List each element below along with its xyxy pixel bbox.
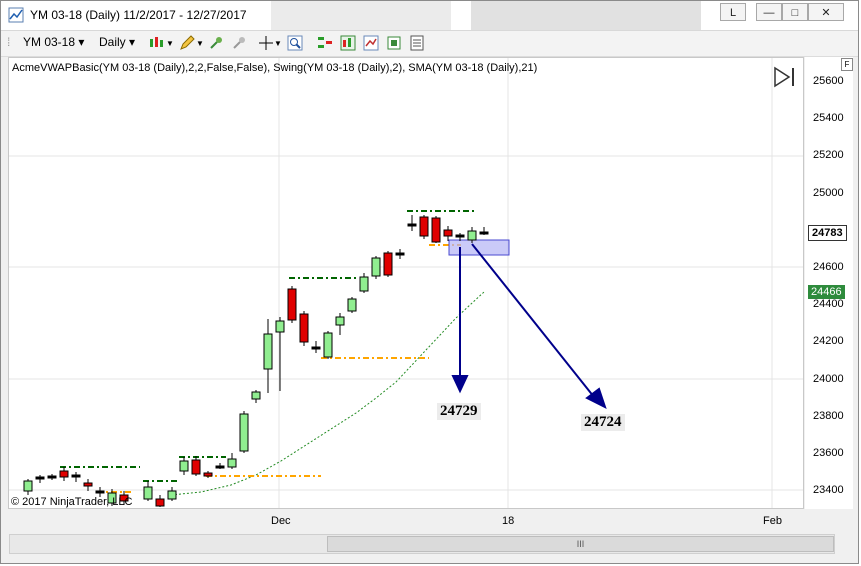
price-axis-label: 24000 — [813, 372, 844, 385]
candle-body — [455, 234, 465, 238]
candle-body — [83, 482, 93, 487]
price-axis-label: 24400 — [813, 298, 844, 311]
candle-body — [359, 276, 369, 292]
candle-body — [71, 474, 81, 478]
price-axis-label: 25400 — [813, 112, 844, 125]
candle-body — [299, 313, 309, 343]
annotation-arrows[interactable] — [451, 243, 607, 409]
candle-body — [311, 346, 321, 350]
candle-body — [419, 216, 429, 237]
candle-body — [227, 458, 237, 468]
candle-body — [479, 231, 489, 235]
last-price-tag: 24783 — [808, 225, 847, 241]
candle-body — [383, 252, 393, 276]
chart-canvas[interactable] — [1, 1, 859, 564]
grid-lines — [9, 58, 803, 508]
candle-body — [167, 490, 177, 500]
candle-body — [407, 223, 417, 227]
candle-body — [47, 475, 57, 479]
sma-price-tag: 24466 — [808, 285, 845, 299]
candle-body — [431, 217, 441, 243]
price-axis[interactable] — [805, 57, 853, 509]
scrollbar-thumb[interactable]: III — [327, 536, 834, 552]
x-axis-label-feb: Feb — [763, 515, 782, 527]
candle-body — [23, 480, 33, 492]
annotation-label-1[interactable]: 24729 — [437, 403, 481, 420]
x-axis-label-dec: Dec — [271, 515, 291, 527]
candle-body — [287, 288, 297, 321]
x-axis-label-18: 18 — [502, 515, 515, 527]
price-axis-label: 23800 — [813, 409, 844, 422]
annotation-label-2[interactable]: 24724 — [581, 414, 625, 431]
candle-body — [179, 460, 189, 472]
candle-body — [335, 316, 345, 326]
candle-body — [275, 320, 285, 333]
price-axis-label: 24200 — [813, 335, 844, 348]
scroll-to-end-icon[interactable] — [773, 66, 797, 88]
candle-body — [215, 465, 225, 469]
price-axis-label: 24600 — [813, 261, 844, 273]
candle-body — [239, 413, 249, 452]
horizontal-scrollbar[interactable]: III — [9, 534, 835, 554]
candle-body — [347, 298, 357, 312]
copyright-text: © 2017 NinjaTrader, LLC — [11, 496, 133, 508]
chart-window: YM 03-18 (Daily) 11/2/2017 - 12/27/2017 … — [0, 0, 859, 564]
candle-body — [155, 498, 165, 507]
sma-line — [170, 291, 485, 496]
panel-float-marker[interactable]: F — [841, 58, 853, 71]
candle-body — [143, 486, 153, 500]
candle-body — [251, 391, 261, 400]
candle-body — [323, 332, 333, 358]
price-axis-label: 25600 — [813, 75, 844, 87]
candlestick-series — [23, 215, 489, 507]
price-axis-label: 23400 — [813, 484, 844, 497]
price-axis-label: 25200 — [813, 149, 844, 162]
candle-body — [263, 333, 273, 370]
candle-body — [59, 470, 69, 478]
candle-body — [95, 490, 105, 494]
candle-body — [191, 459, 201, 475]
candle-body — [467, 230, 477, 241]
price-axis-label: 23600 — [813, 447, 844, 459]
candle-body — [35, 476, 45, 480]
price-axis-label: 25000 — [813, 186, 844, 199]
candle-body — [443, 229, 453, 237]
candle-body — [203, 472, 213, 477]
indicator-legend: AcmeVWAPBasic(YM 03-18 (Daily),2,2,False… — [12, 62, 538, 74]
candle-body — [371, 257, 381, 277]
candle-body — [395, 252, 405, 256]
